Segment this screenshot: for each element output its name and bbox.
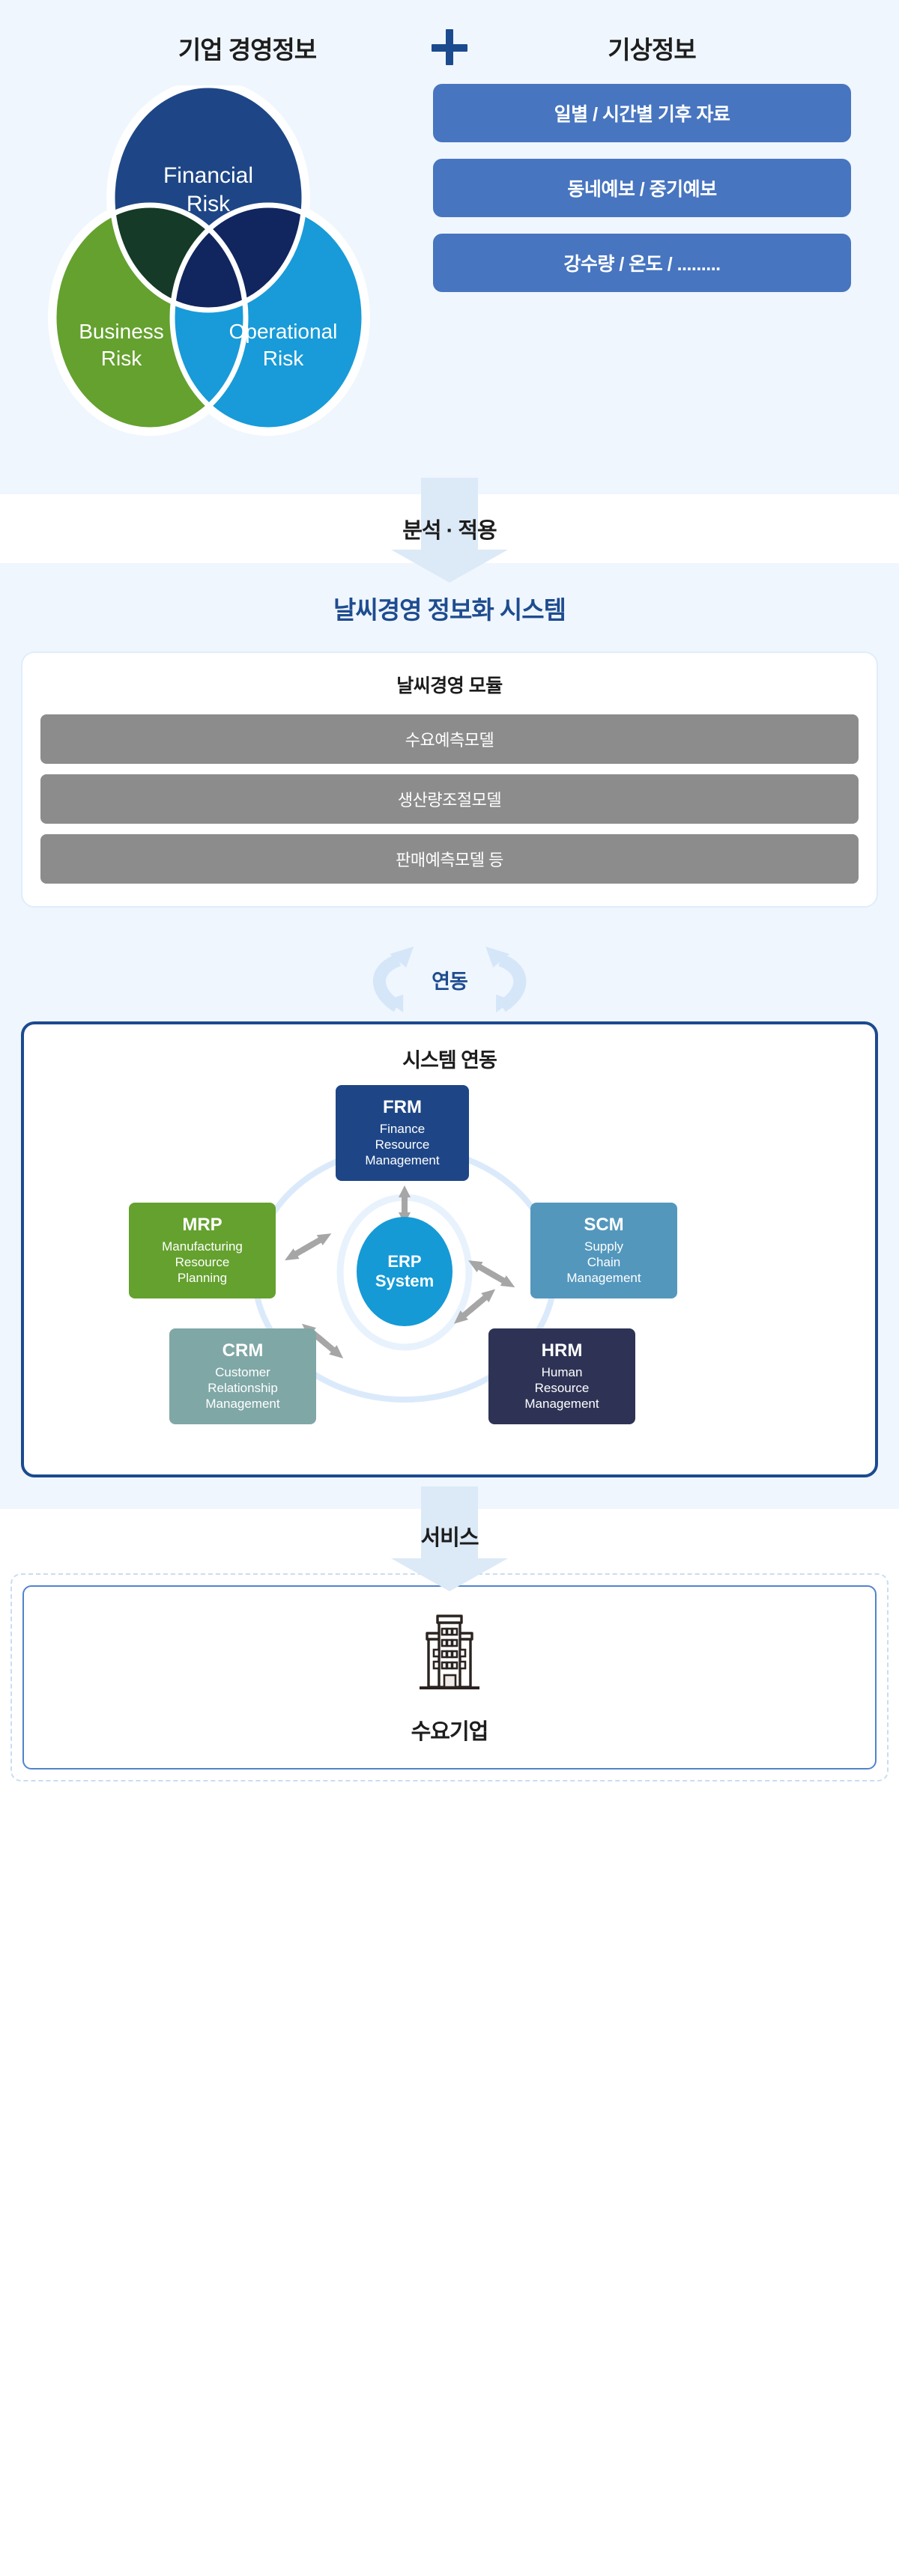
sources-header: 기업 경영정보 기상정보: [0, 18, 899, 78]
erp-section: 시스템 연동 FRM Finance Resource Management M…: [0, 1021, 899, 1498]
venn-label-operational-l1: Operational: [229, 320, 338, 343]
weather-info-list: 일별 / 시간별 기후 자료 동네예보 / 중기예보 강수량 / 온도 / ..…: [420, 78, 869, 452]
venn-label-operational-l2: Risk: [263, 347, 304, 370]
erp-node-line3: Management: [205, 1397, 280, 1412]
consumer-label: 수요기업: [411, 1720, 489, 1744]
venn-label-business-l1: Business: [79, 320, 164, 343]
erp-card: 시스템 연동 FRM Finance Resource Management M…: [21, 1021, 878, 1477]
erp-title: 시스템 연동: [402, 1049, 497, 1072]
venn-label-financial-l2: Risk: [187, 192, 231, 216]
office-building-icon: [420, 1614, 479, 1689]
erp-node-line1: Supply: [584, 1239, 623, 1254]
double-headed-arrow-icon: [468, 1260, 515, 1288]
link-label: 연동: [432, 970, 468, 993]
sources-section: 기업 경영정보 기상정보 Financial Risk Business Ris…: [0, 0, 899, 494]
erp-node-abbr: FRM: [383, 1097, 422, 1118]
weather-item[interactable]: 일별 / 시간별 기후 자료: [433, 84, 851, 142]
erp-node-abbr: SCM: [584, 1215, 624, 1236]
erp-node-line1: Customer: [215, 1364, 270, 1379]
system-title: 날씨경영 정보화 시스템: [333, 596, 566, 624]
service-label: 서비스: [420, 1526, 479, 1550]
double-headed-arrow-icon: [453, 1289, 496, 1324]
venn-label-business-l2: Risk: [101, 347, 142, 370]
module-item[interactable]: 생산량조절모델: [40, 774, 859, 824]
erp-node-line1: Manufacturing: [162, 1239, 243, 1254]
module-card-title: 날씨경영 모듈: [396, 675, 503, 696]
sources-body: Financial Risk Business Risk Operational…: [0, 78, 899, 452]
erp-node-line2: Chain: [587, 1255, 621, 1270]
erp-node-line2: Resource: [534, 1381, 590, 1396]
erp-node-line2: Resource: [175, 1255, 230, 1270]
system-section: 날씨경영 정보화 시스템 날씨경영 모듈 수요예측모델 생산량조절모델 판매예측…: [0, 563, 899, 938]
erp-node-line1: Finance: [379, 1121, 426, 1136]
curved-arrow-up-icon: [373, 947, 414, 1012]
double-headed-arrow-icon: [285, 1233, 332, 1261]
erp-node-line2: Relationship: [208, 1381, 278, 1396]
erp-node-line3: Management: [365, 1153, 440, 1168]
erp-node-line3: Management: [524, 1397, 599, 1412]
erp-node-abbr: MRP: [182, 1215, 223, 1236]
risk-venn-diagram: Financial Risk Business Risk Operational…: [0, 78, 420, 452]
module-item[interactable]: 수요예측모델: [40, 714, 859, 764]
corporate-info-title: 기업 경영정보: [178, 36, 317, 64]
erp-node-crm[interactable]: CRM Customer Relationship Management: [169, 1328, 316, 1424]
erp-node-line2: Resource: [375, 1137, 430, 1152]
erp-node-hrm[interactable]: HRM Human Resource Management: [488, 1328, 635, 1424]
erp-center-node[interactable]: ERP System: [357, 1217, 452, 1326]
plus-icon: [423, 22, 476, 74]
module-item[interactable]: 판매예측모델 등: [40, 834, 859, 884]
erp-stage: FRM Finance Resource Management MRP Manu…: [24, 1078, 875, 1452]
erp-node-frm[interactable]: FRM Finance Resource Management: [336, 1085, 469, 1181]
service-transition-band: 서비스: [0, 1486, 899, 1591]
analyze-transition-band: 분석 · 적용: [0, 478, 899, 583]
venn-label-financial-l1: Financial: [163, 163, 253, 188]
erp-center-line1: ERP: [387, 1251, 422, 1271]
venn-svg: Financial Risk Business Risk Operational…: [48, 85, 370, 436]
erp-node-mrp[interactable]: MRP Manufacturing Resource Planning: [129, 1203, 276, 1298]
erp-node-scm[interactable]: SCM Supply Chain Management: [530, 1203, 677, 1298]
module-card: 날씨경영 모듈 수요예측모델 생산량조절모델 판매예측모델 등: [21, 651, 878, 908]
module-list: 수요예측모델 생산량조절모델 판매예측모델 등: [40, 714, 859, 884]
erp-center-line2: System: [375, 1272, 435, 1290]
consumer-frame: 수요기업: [22, 1585, 877, 1770]
weather-info-title: 기상정보: [608, 36, 696, 64]
curved-arrow-down-icon: [485, 947, 526, 1012]
erp-node-line1: Human: [541, 1364, 583, 1379]
erp-node-abbr: CRM: [222, 1340, 264, 1361]
erp-node-line3: Planning: [177, 1271, 228, 1286]
weather-item[interactable]: 동네예보 / 중기예보: [433, 159, 851, 217]
analyze-label: 분석 · 적용: [402, 519, 497, 543]
weather-item[interactable]: 강수량 / 온도 / .........: [433, 234, 851, 292]
consumer-section: 수요기업: [10, 1573, 889, 1781]
erp-node-abbr: HRM: [541, 1340, 583, 1361]
erp-node-line3: Management: [566, 1271, 641, 1286]
link-transition-band: 연동: [0, 938, 899, 1021]
